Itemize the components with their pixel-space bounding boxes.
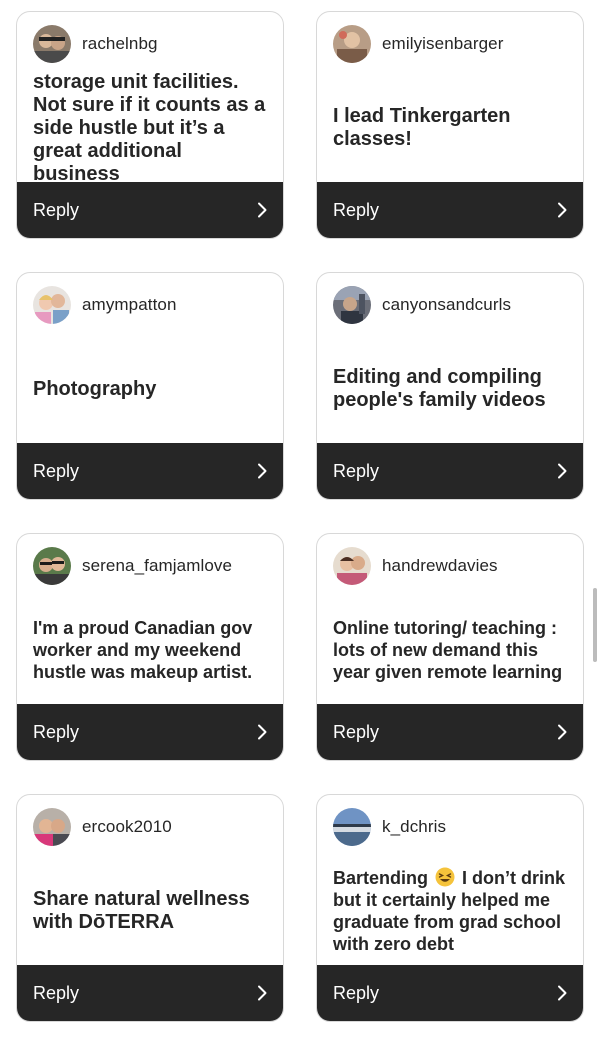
comment-body: storage unit facilities. Not sure if it … <box>33 70 269 185</box>
card-header: canyonsandcurls <box>333 286 511 324</box>
username[interactable]: emilyisenbarger <box>382 34 504 54</box>
reply-label: Reply <box>333 982 380 1003</box>
comment-text: I'm a proud Canadian gov worker and my w… <box>33 618 253 682</box>
laughing-face-emoji-icon <box>435 867 455 887</box>
card-header: ercook2010 <box>33 808 172 846</box>
comment-body: Photography <box>33 333 269 445</box>
user-avatar-icon[interactable] <box>33 808 71 846</box>
username[interactable]: handrewdavies <box>382 556 498 576</box>
reply-button[interactable]: Reply <box>317 965 583 1021</box>
comment-card: handrewdavies Online tutoring/ teaching … <box>316 533 584 761</box>
reply-label: Reply <box>33 199 80 220</box>
reply-button[interactable]: Reply <box>17 965 283 1021</box>
user-avatar-icon[interactable] <box>33 286 71 324</box>
comment-text: I lead Tinkergarten classes! <box>333 105 511 150</box>
user-avatar-icon[interactable] <box>333 808 371 846</box>
reply-button[interactable]: Reply <box>17 704 283 760</box>
user-avatar-icon[interactable] <box>333 286 371 324</box>
chevron-right-icon <box>258 202 267 218</box>
user-avatar-icon[interactable] <box>33 547 71 585</box>
user-avatar-icon[interactable] <box>33 25 71 63</box>
comment-text: Share natural wellness with DōTERRA <box>33 888 250 933</box>
reply-button[interactable]: Reply <box>317 704 583 760</box>
comment-card: ercook2010 Share natural wellness with D… <box>16 794 284 1022</box>
comment-card: canyonsandcurls Editing and compiling pe… <box>316 272 584 500</box>
comment-card: amympatton Photography Reply <box>16 272 284 500</box>
chevron-right-icon <box>558 202 567 218</box>
comment-body: Bartending I don’t drink but it certainl… <box>333 855 569 967</box>
reply-button[interactable]: Reply <box>317 443 583 499</box>
card-header: k_dchris <box>333 808 446 846</box>
comment-text: Photography <box>33 377 157 400</box>
card-header: handrewdavies <box>333 547 498 585</box>
reply-button[interactable]: Reply <box>317 182 583 238</box>
chevron-right-icon <box>258 985 267 1001</box>
chevron-right-icon <box>558 724 567 740</box>
username[interactable]: serena_famjamlove <box>82 556 232 576</box>
card-header: emilyisenbarger <box>333 25 504 63</box>
user-avatar-icon[interactable] <box>333 25 371 63</box>
username[interactable]: k_dchris <box>382 817 446 837</box>
username[interactable]: amympatton <box>82 295 177 315</box>
comment-card: rachelnbg storage unit facilities. Not s… <box>16 11 284 239</box>
comment-body: Share natural wellness with DōTERRA <box>33 855 269 967</box>
comment-body: I'm a proud Canadian gov worker and my w… <box>33 594 269 706</box>
username[interactable]: rachelnbg <box>82 34 158 54</box>
comment-text: storage unit facilities. Not sure if it … <box>33 70 266 185</box>
reply-label: Reply <box>33 982 80 1003</box>
card-header: serena_famjamlove <box>33 547 232 585</box>
comment-text: Online tutoring/ teaching : lots of new … <box>333 618 563 682</box>
comment-card: serena_famjamlove I'm a proud Canadian g… <box>16 533 284 761</box>
comment-body: I lead Tinkergarten classes! <box>333 72 569 184</box>
comment-body: Editing and compiling people's family vi… <box>333 333 569 445</box>
reply-button[interactable]: Reply <box>17 182 283 238</box>
reply-label: Reply <box>333 199 380 220</box>
chevron-right-icon <box>258 463 267 479</box>
reply-label: Reply <box>333 460 380 481</box>
comment-card: k_dchris Bartending I don’t drink but it… <box>316 794 584 1022</box>
chevron-right-icon <box>558 463 567 479</box>
reply-button[interactable]: Reply <box>17 443 283 499</box>
username[interactable]: canyonsandcurls <box>382 295 511 315</box>
username[interactable]: ercook2010 <box>82 817 172 837</box>
card-header: rachelnbg <box>33 25 158 63</box>
user-avatar-icon[interactable] <box>333 547 371 585</box>
reply-label: Reply <box>33 721 80 742</box>
reply-label: Reply <box>33 460 80 481</box>
chevron-right-icon <box>558 985 567 1001</box>
reply-label: Reply <box>333 721 380 742</box>
scrollbar[interactable] <box>593 588 597 662</box>
chevron-right-icon <box>258 724 267 740</box>
comment-body: Online tutoring/ teaching : lots of new … <box>333 594 569 706</box>
card-header: amympatton <box>33 286 177 324</box>
comment-text-part: Bartending <box>333 868 429 888</box>
comment-card: emilyisenbarger I lead Tinkergarten clas… <box>316 11 584 239</box>
comment-text: Bartending I don’t drink but it certainl… <box>333 867 569 955</box>
comment-text: Editing and compiling people's family vi… <box>333 366 546 411</box>
